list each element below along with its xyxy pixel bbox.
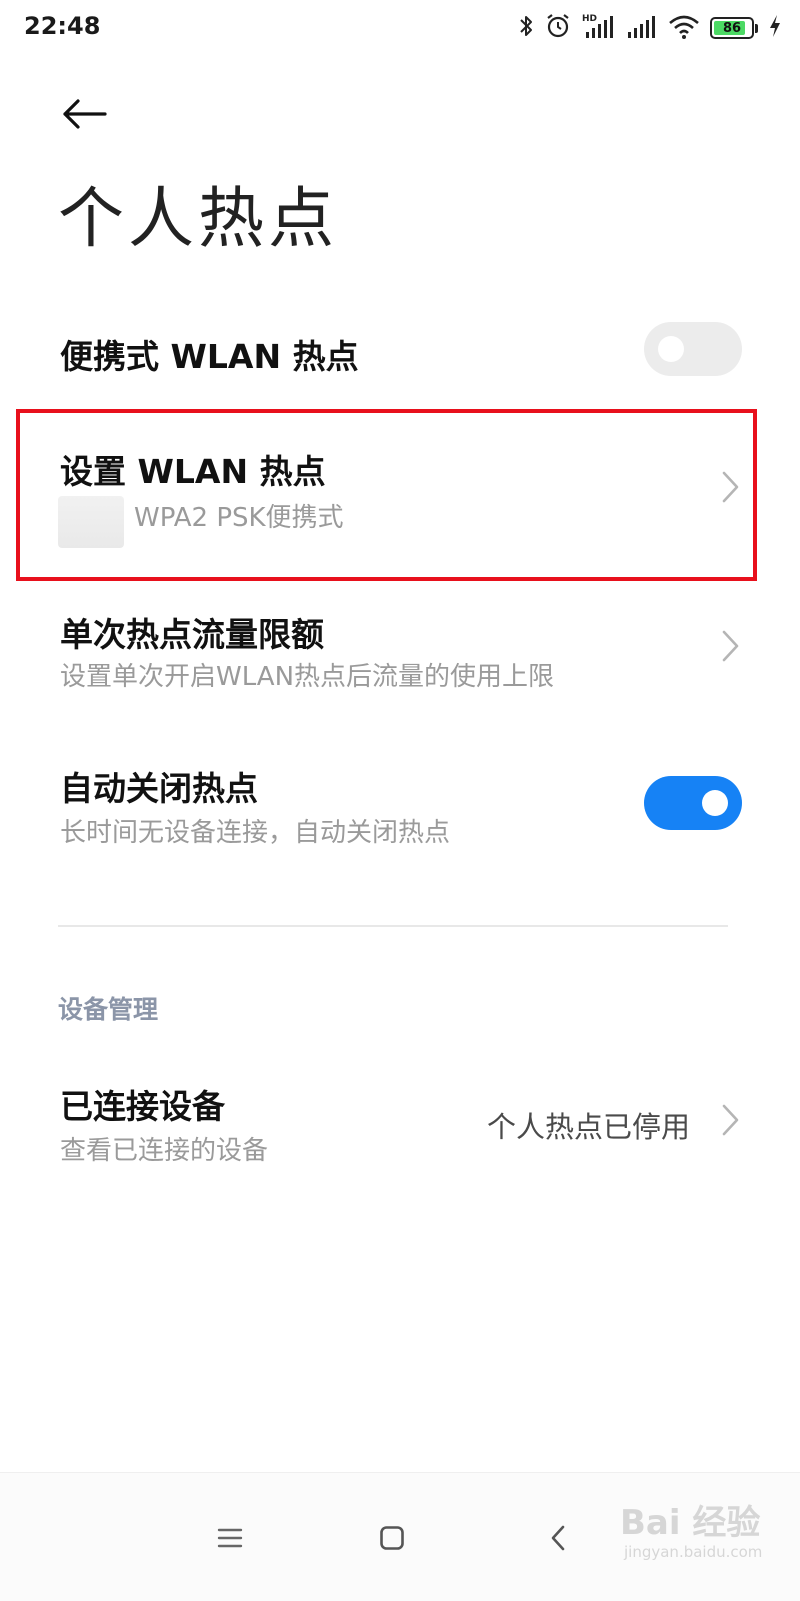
redacted-hotspot-name — [58, 496, 124, 548]
watermark-brand: Bai 经验 — [620, 1503, 761, 1543]
connected-devices-subtitle: 查看已连接的设备 — [60, 1136, 269, 1166]
charging-icon — [768, 14, 782, 42]
status-bar: 22:48 HD 86 — [0, 0, 800, 56]
auto-close-toggle[interactable] — [644, 776, 742, 830]
auto-close-label: 自动关闭热点 — [60, 769, 258, 808]
menu-nav-button[interactable] — [205, 1513, 255, 1563]
portable-hotspot-row[interactable]: 便携式 WLAN 热点 — [0, 310, 800, 390]
data-limit-label: 单次热点流量限额 — [60, 615, 324, 654]
auto-close-subtitle: 长时间无设备连接，自动关闭热点 — [60, 818, 451, 848]
page-title: 个人热点 — [58, 180, 338, 257]
watermark-url: jingyan.baidu.com — [624, 1543, 763, 1561]
chevron-right-icon — [722, 471, 739, 503]
chevron-right-icon — [722, 1104, 739, 1136]
signal-icon — [626, 12, 658, 44]
portable-hotspot-toggle[interactable] — [644, 322, 742, 376]
toggle-knob — [658, 336, 684, 362]
menu-icon — [217, 1528, 243, 1548]
chevron-right-icon — [722, 630, 739, 662]
setup-hotspot-label: 设置 WLAN 热点 — [60, 452, 326, 491]
status-icons: HD 86 — [518, 10, 782, 46]
back-button[interactable] — [56, 88, 112, 140]
portable-hotspot-label: 便携式 WLAN 热点 — [60, 337, 359, 376]
toggle-knob — [702, 790, 728, 816]
battery-level: 86 — [722, 20, 742, 36]
auto-close-row[interactable]: 自动关闭热点 长时间无设备连接，自动关闭热点 — [0, 750, 800, 870]
back-arrow-icon — [63, 99, 107, 129]
home-icon — [380, 1526, 404, 1550]
back-nav-icon — [551, 1525, 565, 1551]
status-time: 22:48 — [24, 12, 101, 40]
svg-text:HD: HD — [582, 14, 597, 24]
back-nav-button[interactable] — [533, 1513, 583, 1563]
connected-devices-status: 个人热点已停用 — [486, 1110, 690, 1144]
home-nav-button[interactable] — [367, 1513, 417, 1563]
data-limit-row[interactable]: 单次热点流量限额 设置单次开启WLAN热点后流量的使用上限 — [0, 590, 800, 710]
alarm-icon — [544, 12, 572, 44]
divider — [58, 925, 728, 927]
hd-signal-icon: HD — [582, 12, 616, 44]
wifi-icon — [668, 12, 700, 44]
baidu-jingyan-watermark: Bai 经验 jingyan.baidu.com — [620, 1495, 770, 1575]
battery-icon: 86 — [710, 17, 758, 39]
connected-devices-label: 已连接设备 — [60, 1087, 225, 1126]
data-limit-subtitle: 设置单次开启WLAN热点后流量的使用上限 — [60, 662, 555, 692]
connected-devices-row[interactable]: 已连接设备 查看已连接的设备 个人热点已停用 — [0, 1070, 800, 1180]
section-header-device-management: 设备管理 — [58, 995, 159, 1024]
bluetooth-icon — [518, 13, 534, 43]
setup-hotspot-subtitle: WPA2 PSK便携式 — [134, 503, 344, 533]
